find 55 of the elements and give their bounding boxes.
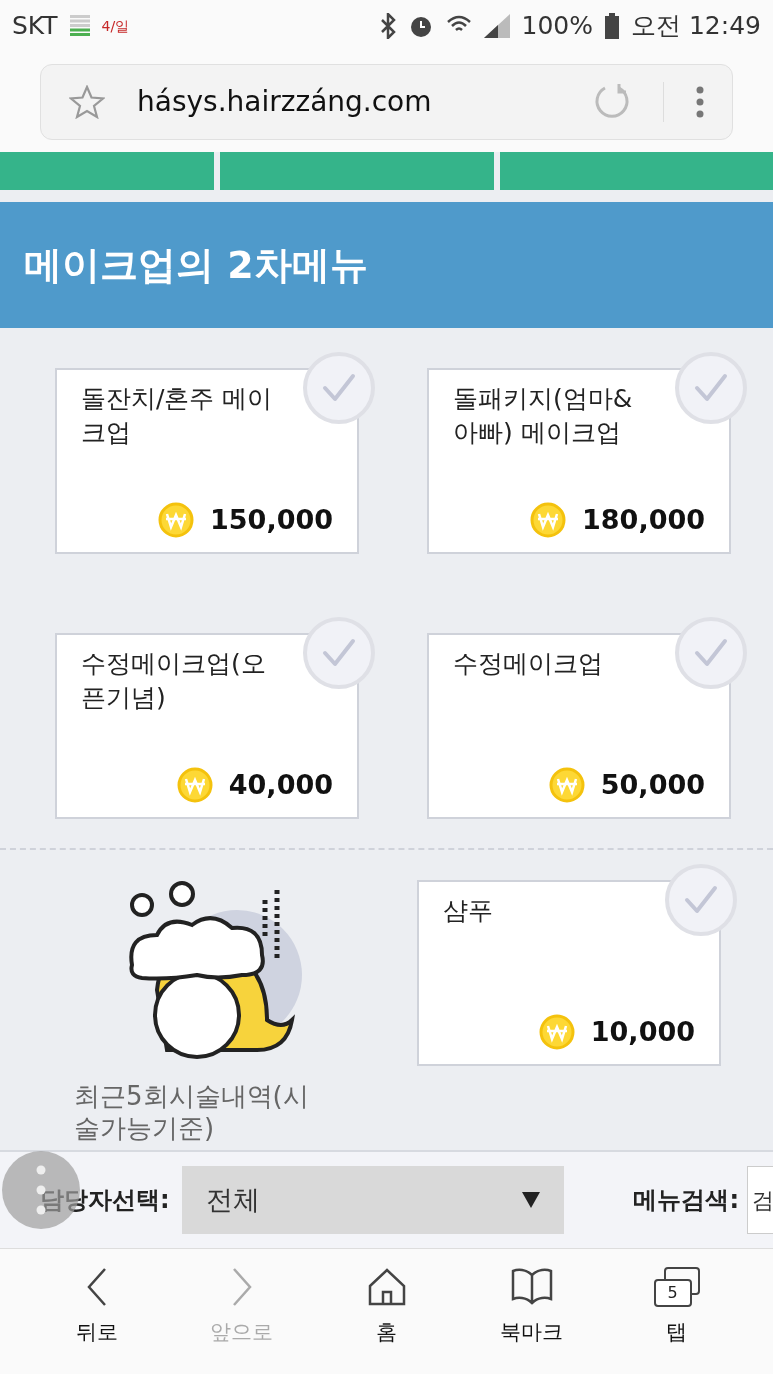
menu-card[interactable]: 돌패키지(엄마&아빠) 메이크업 180,000	[427, 368, 731, 554]
history-caption: 최근5회시술내역(시술가능기준)	[74, 1080, 310, 1144]
menu-card[interactable]: 돌잔치/혼주 메이크업 150,000	[55, 368, 359, 554]
menu-card[interactable]: 샴푸 10,000	[417, 880, 721, 1066]
nav-button[interactable]: 북마크	[483, 1265, 580, 1374]
more-icon	[696, 86, 704, 118]
check-icon	[694, 373, 728, 403]
nav-button[interactable]: 뒤로	[48, 1265, 145, 1374]
staff-label: 담당자선택:	[40, 1185, 170, 1216]
won-coin-icon	[548, 766, 585, 803]
clock: 오전 12:49	[631, 10, 761, 43]
check-icon	[322, 373, 356, 403]
reload-icon	[593, 83, 631, 121]
url-text: hásys.hairzzáng.com	[137, 84, 433, 120]
won-coin-icon	[538, 1013, 575, 1050]
price: 180,000	[582, 502, 705, 537]
price: 150,000	[210, 502, 333, 537]
page-title: 메이크업의 2차메뉴	[24, 241, 368, 289]
check-icon	[684, 885, 718, 915]
menu-name: 돌잔치/혼주 메이크업	[81, 383, 274, 449]
bluetooth-icon	[379, 13, 396, 39]
tab-count: 5	[667, 1285, 678, 1301]
signal-icon	[483, 14, 510, 38]
battery-bars-icon	[69, 15, 90, 37]
battery-percent: 100%	[521, 10, 593, 43]
won-coin-icon	[530, 501, 566, 538]
price: 10,000	[590, 1014, 695, 1049]
menu-card[interactable]: 수정메이크업(오픈기념) 40,000	[55, 633, 359, 819]
address-bar[interactable]: hásys.hairzzáng.com	[40, 64, 733, 140]
won-coin-icon	[158, 501, 194, 538]
book-icon	[509, 1267, 554, 1307]
menu-name: 수정메이크업	[453, 648, 604, 680]
carrier: SKT	[12, 10, 58, 43]
menu-name: 샴푸	[443, 895, 494, 927]
nav-button[interactable]: 홈	[338, 1265, 435, 1374]
nav-tab[interactable]	[220, 152, 494, 190]
star-icon	[69, 85, 105, 119]
staff-select[interactable]: 전체	[181, 1166, 564, 1234]
menu-name: 돌패키지(엄마&아빠) 메이크업	[453, 383, 634, 449]
price: 50,000	[600, 767, 705, 802]
nav-button[interactable]: 5 탭	[628, 1265, 725, 1374]
menu-card[interactable]: 수정메이크업 50,000	[427, 633, 731, 819]
menu-name: 수정메이크업(오픈기념)	[81, 648, 267, 714]
home-icon	[366, 1267, 407, 1307]
won-coin-icon	[176, 766, 213, 803]
nav-tab[interactable]	[500, 152, 773, 190]
price: 40,000	[228, 767, 333, 802]
search-label: 메뉴검색:	[633, 1185, 739, 1216]
check-icon	[694, 638, 728, 668]
check-icon	[322, 638, 356, 668]
battery-icon	[605, 13, 619, 39]
dropdown-icon	[521, 1192, 540, 1208]
nav-tab[interactable]	[0, 152, 214, 190]
date-label: 4/일	[101, 19, 130, 33]
search-field[interactable]: 검	[747, 1166, 773, 1234]
